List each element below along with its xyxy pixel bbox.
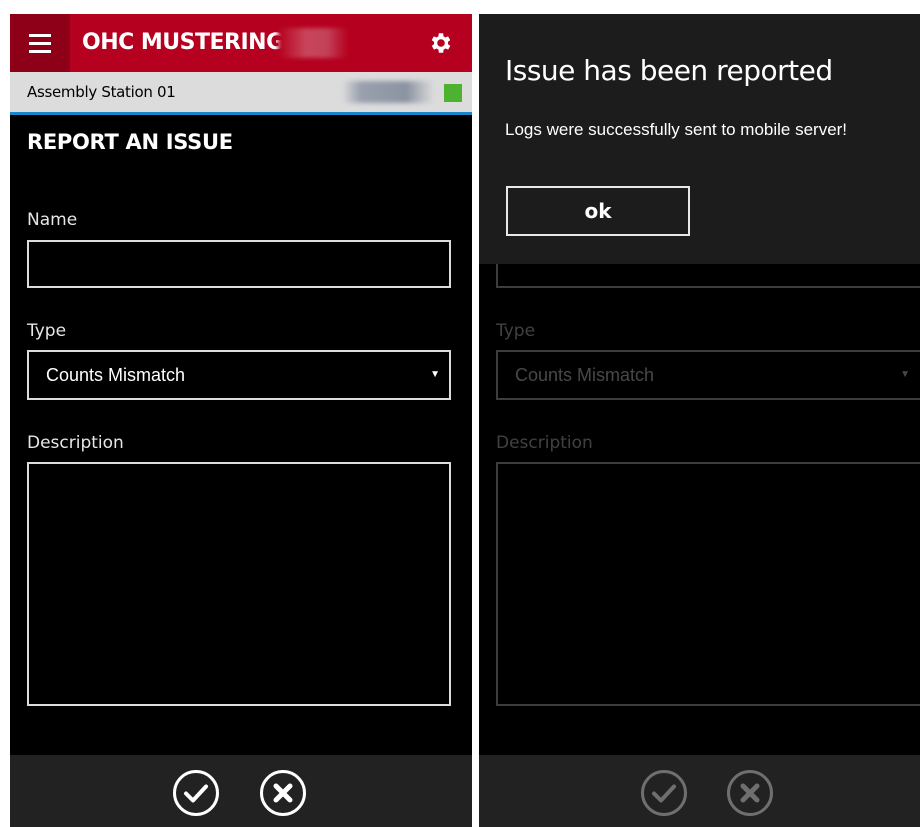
redacted-region xyxy=(342,81,434,103)
issue-reported-dialog: Issue has been reported Logs were succes… xyxy=(479,14,920,264)
type-select-value: Counts Mismatch xyxy=(46,365,186,385)
type-select-value: Counts Mismatch xyxy=(515,365,655,385)
description-textarea xyxy=(496,462,920,706)
issue-reported-screen: Type Counts Mismatch ▼ Description Issue… xyxy=(479,14,920,827)
type-select[interactable]: Counts Mismatch ▼ xyxy=(27,350,451,400)
ok-button[interactable]: ok xyxy=(506,186,690,236)
description-label: Description xyxy=(27,433,124,453)
description-textarea[interactable] xyxy=(27,462,451,706)
checkmark-circle-icon[interactable] xyxy=(172,769,220,817)
action-bar xyxy=(479,755,920,827)
report-issue-screen: OHC MUSTERING Assembly Station 01 REPORT… xyxy=(10,14,472,827)
hamburger-menu-icon[interactable] xyxy=(10,14,70,72)
dropdown-arrow-icon: ▼ xyxy=(430,369,440,380)
description-label: Description xyxy=(496,433,593,453)
close-circle-icon xyxy=(727,770,773,816)
gear-icon[interactable] xyxy=(428,30,454,56)
dropdown-arrow-icon: ▼ xyxy=(900,369,910,380)
app-header: OHC MUSTERING xyxy=(10,14,472,72)
type-select: Counts Mismatch ▼ xyxy=(496,350,920,400)
close-circle-icon[interactable] xyxy=(259,769,307,817)
page-title: REPORT AN ISSUE xyxy=(27,130,233,154)
dialog-title: Issue has been reported xyxy=(505,54,833,87)
name-label: Name xyxy=(27,210,78,230)
type-label: Type xyxy=(496,321,536,341)
app-title: OHC MUSTERING xyxy=(82,30,284,55)
type-label: Type xyxy=(27,321,67,341)
dialog-message: Logs were successfully sent to mobile se… xyxy=(505,120,848,139)
checkmark-circle-icon xyxy=(641,770,687,816)
action-bar xyxy=(10,755,472,827)
redacted-region xyxy=(278,28,348,58)
station-label: Assembly Station 01 xyxy=(27,83,176,101)
name-input[interactable] xyxy=(27,240,451,288)
station-status-bar: Assembly Station 01 xyxy=(10,72,472,115)
connection-status-indicator xyxy=(444,84,462,102)
